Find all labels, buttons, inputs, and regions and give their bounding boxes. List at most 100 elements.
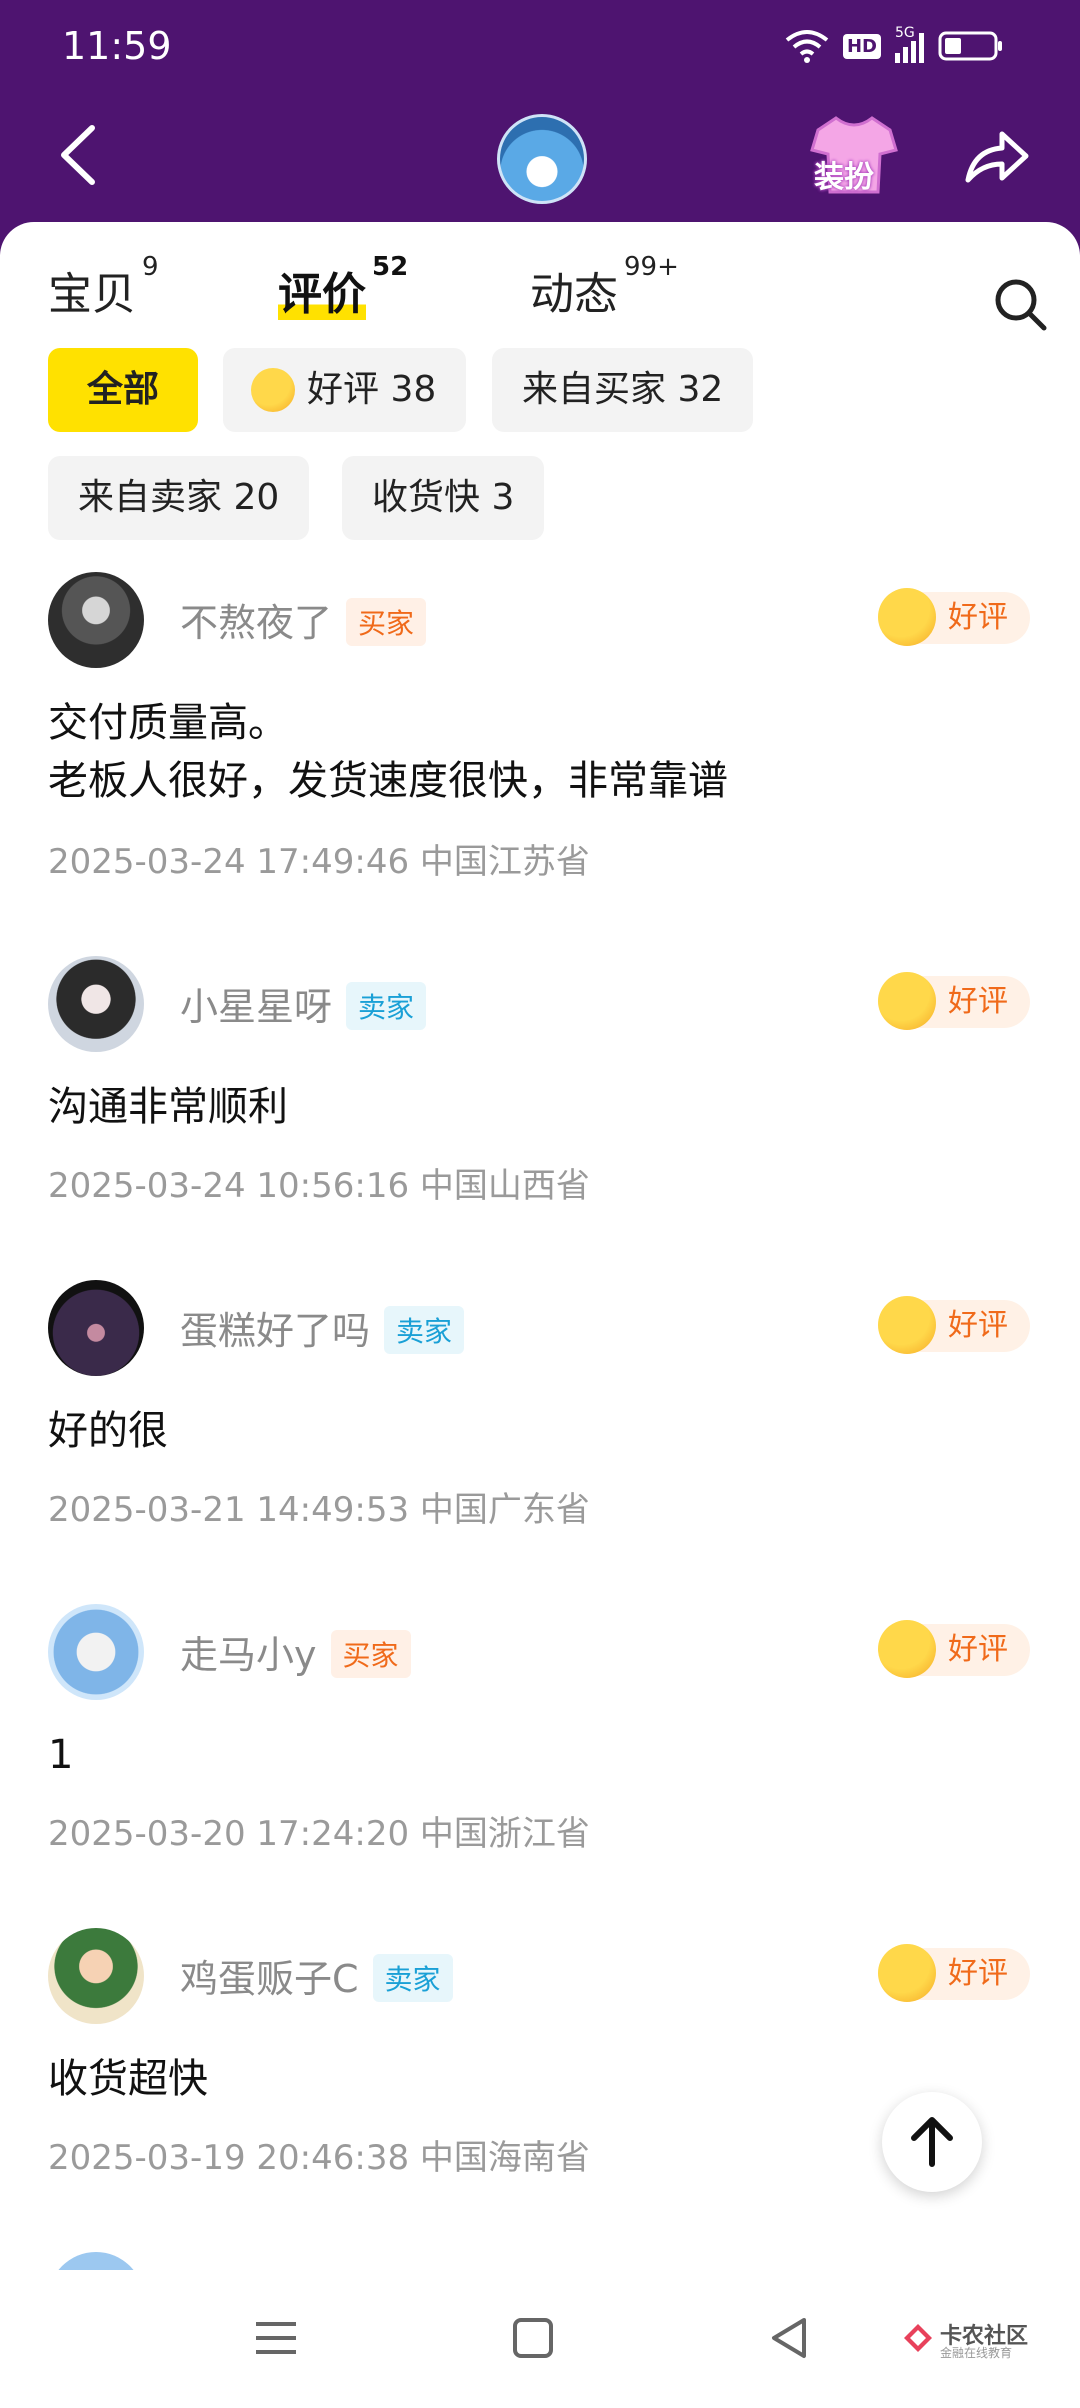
review-item: 走马小y 买家 好评 1 2025-03-20 17:24:20 中国浙江省: [0, 1604, 1080, 1924]
menu-icon[interactable]: [248, 2310, 304, 2366]
dress-up-label: 装扮: [814, 160, 874, 195]
kiss-face-icon: [251, 368, 295, 412]
battery-icon: [938, 31, 1002, 61]
tab-reviews-count: 52: [372, 252, 409, 282]
filter-fast-delivery[interactable]: 收货快 3: [342, 456, 545, 540]
content-sheet: 宝贝9 评价52 动态99+ 全部 好评 38 来自买家 32 来自卖家 20 …: [0, 222, 1080, 2408]
back-arrow-icon[interactable]: [52, 120, 112, 190]
review-meta: 2025-03-21 14:49:53 中国广东省: [48, 1482, 590, 1531]
tab-reviews-label: 评价: [278, 269, 366, 320]
reviewer-name-text: 小星星呀: [180, 985, 333, 1029]
review-date: 2025-03-24 10:56:16: [48, 1166, 410, 1206]
review-text-line: 交付质量高。: [48, 700, 288, 746]
filter-positive[interactable]: 好评 38: [223, 348, 467, 432]
watermark: 卡农社区 金融在线教育: [900, 2316, 1030, 2366]
review-item: 鸡蛋贩子C 卖家 好评 收货超快 2025-03-19 20:46:38 中国海南…: [0, 1928, 1080, 2248]
shop-avatar[interactable]: [497, 114, 587, 204]
review-item: 不熬夜了 买家 好评 交付质量高。 老板人很好，发货速度很快，非常靠谱 2025-…: [0, 572, 1080, 892]
review-item: 蛋糕好了吗 卖家 好评 好的很 2025-03-21 14:49:53 中国广东省: [0, 1280, 1080, 1600]
signal-icon: 5G: [895, 25, 924, 63]
reviewer-name[interactable]: 小星星呀 卖家: [180, 976, 427, 1034]
watermark-logo-icon: [904, 2324, 932, 2352]
review-region: 中国江苏省: [419, 842, 590, 882]
kiss-face-icon: [878, 1296, 936, 1354]
role-badge: 卖家: [346, 981, 427, 1030]
kiss-face-icon: [878, 972, 936, 1030]
reviewer-name-text: 蛋糕好了吗: [180, 1309, 371, 1353]
role-badge: 买家: [346, 597, 427, 646]
role-badge: 买家: [330, 1629, 411, 1678]
review-text-line: 老板人很好，发货速度很快，非常靠谱: [48, 758, 728, 804]
rating-badge: 好评: [878, 1620, 1030, 1678]
avatar[interactable]: [48, 1928, 144, 2024]
reviewer-name[interactable]: 蛋糕好了吗 卖家: [180, 1300, 465, 1358]
review-text: 收货超快: [48, 2050, 208, 2108]
review-text-line: 收货超快: [48, 2056, 208, 2102]
role-badge: 卖家: [384, 1305, 465, 1354]
reviewer-name[interactable]: 走马小y 买家: [180, 1624, 411, 1682]
wifi-icon: [785, 30, 829, 63]
tab-items[interactable]: 宝贝9: [48, 252, 159, 322]
dress-up-button[interactable]: 装扮: [808, 112, 900, 198]
review-text-line: 好的很: [48, 1408, 168, 1454]
review-region: 中国山西省: [419, 1166, 590, 1206]
back-triangle-icon[interactable]: [762, 2310, 818, 2366]
tab-reviews[interactable]: 评价52: [278, 252, 408, 322]
avatar[interactable]: [48, 572, 144, 668]
review-date: 2025-03-20 17:24:20: [48, 1814, 410, 1854]
avatar[interactable]: [48, 1280, 144, 1376]
filter-from-buyer[interactable]: 来自买家 32: [492, 348, 754, 432]
rating-badge: 好评: [878, 588, 1030, 646]
rating-text: 好评: [948, 1632, 1008, 1667]
kiss-face-icon: [878, 1944, 936, 2002]
review-meta: 2025-03-24 17:49:46 中国江苏省: [48, 834, 590, 883]
tab-items-count: 9: [142, 252, 159, 282]
rating-badge: 好评: [878, 972, 1030, 1030]
avatar[interactable]: [48, 956, 144, 1052]
filter-from-seller[interactable]: 来自卖家 20: [48, 456, 310, 540]
filter-positive-label: 好评 38: [307, 369, 437, 410]
review-meta: 2025-03-19 20:46:38 中国海南省: [48, 2130, 590, 2179]
reviewer-name-text: 走马小y: [180, 1633, 317, 1677]
system-nav-bar: 卡农社区 金融在线教育: [0, 2270, 1080, 2408]
review-region: 中国海南省: [419, 2138, 590, 2178]
arrow-up-icon: [911, 2117, 953, 2167]
tab-bar: 宝贝9 评价52 动态99+: [0, 250, 1080, 332]
review-text-line: 沟通非常顺利: [48, 1084, 288, 1130]
review-text: 好的很: [48, 1402, 168, 1460]
tab-items-label: 宝贝: [48, 269, 136, 320]
back-to-top-button[interactable]: [882, 2092, 982, 2192]
kiss-face-icon: [878, 588, 936, 646]
role-badge: 卖家: [372, 1953, 453, 2002]
status-bar: 11:59 HD 5G: [0, 0, 1080, 96]
rating-badge: 好评: [878, 1296, 1030, 1354]
review-text: 沟通非常顺利: [48, 1078, 288, 1136]
review-item: 小星星呀 卖家 好评 沟通非常顺利 2025-03-24 10:56:16 中国山…: [0, 956, 1080, 1276]
rating-text: 好评: [948, 984, 1008, 1019]
network-type: 5G: [895, 25, 915, 41]
watermark-subtitle: 金融在线教育: [940, 2346, 1013, 2360]
reviewer-name[interactable]: 鸡蛋贩子C 卖家: [180, 1948, 453, 2006]
review-date: 2025-03-21 14:49:53: [48, 1490, 410, 1530]
review-meta: 2025-03-24 10:56:16 中国山西省: [48, 1158, 590, 1207]
app-header: 装扮: [0, 96, 1080, 226]
reviewer-name-text: 不熬夜了: [180, 601, 333, 645]
rating-text: 好评: [948, 1956, 1008, 1991]
review-region: 中国浙江省: [419, 1814, 590, 1854]
review-text-line: 1: [48, 1732, 74, 1778]
home-square-icon[interactable]: [505, 2310, 561, 2366]
review-date: 2025-03-24 17:49:46: [48, 842, 410, 882]
avatar[interactable]: [48, 1604, 144, 1700]
reviewer-name-text: 鸡蛋贩子C: [180, 1957, 359, 2001]
review-region: 中国广东省: [419, 1490, 590, 1530]
tab-activity[interactable]: 动态99+: [530, 252, 679, 322]
search-icon[interactable]: [992, 276, 1048, 332]
reviewer-name[interactable]: 不熬夜了 买家: [180, 592, 427, 650]
hd-icon: HD: [842, 33, 881, 59]
share-icon[interactable]: [962, 126, 1032, 186]
status-time: 11:59: [62, 24, 172, 68]
tab-activity-count: 99+: [624, 252, 679, 282]
review-text: 交付质量高。 老板人很好，发货速度很快，非常靠谱: [48, 694, 728, 810]
review-date: 2025-03-19 20:46:38: [48, 2138, 410, 2178]
filter-all[interactable]: 全部: [48, 348, 198, 432]
